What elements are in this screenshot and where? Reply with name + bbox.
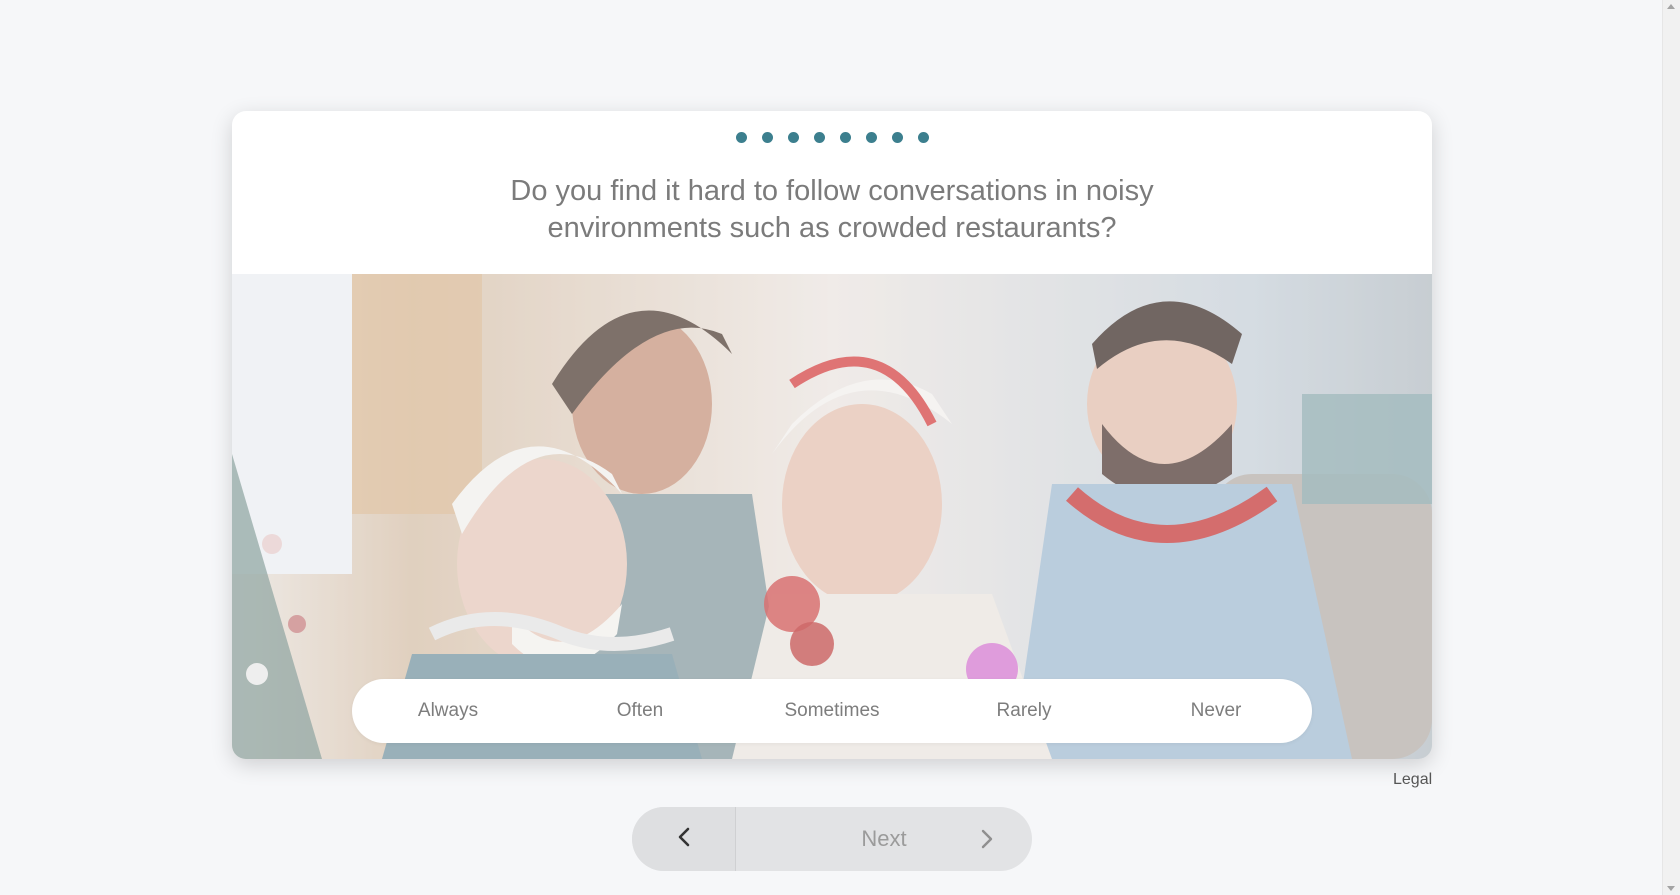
survey-page: Do you find it hard to follow conversati… (0, 0, 1680, 895)
question-text: Do you find it hard to follow conversati… (510, 175, 1154, 244)
scroll-up-icon[interactable] (1667, 4, 1675, 9)
next-label: Next (861, 826, 907, 851)
progress-dot (735, 132, 747, 143)
progress-dot (761, 132, 773, 143)
answer-never[interactable]: Never (1120, 700, 1312, 722)
scroll-down-icon[interactable] (1667, 886, 1675, 891)
back-button[interactable] (632, 807, 736, 871)
legal-link[interactable]: Legal (1393, 771, 1432, 789)
progress-dot (917, 132, 929, 143)
vertical-scrollbar[interactable] (1662, 0, 1680, 895)
chevron-left-icon (677, 827, 691, 852)
answer-sometimes[interactable]: Sometimes (736, 700, 928, 722)
progress-dot (865, 132, 877, 143)
answer-always[interactable]: Always (352, 700, 544, 722)
answer-often[interactable]: Often (544, 700, 736, 722)
chevron-right-icon (980, 829, 994, 854)
next-button[interactable]: Next (736, 807, 1032, 871)
progress-dot (839, 132, 851, 143)
progress-dot (891, 132, 903, 143)
answer-options: Always Often Sometimes Rarely Never (352, 679, 1312, 743)
progress-dot (787, 132, 799, 143)
progress-dots (232, 132, 1432, 143)
navigation-bar: Next (632, 807, 1032, 871)
question-card: Do you find it hard to follow conversati… (232, 111, 1432, 759)
answer-rarely[interactable]: Rarely (928, 700, 1120, 722)
progress-dot (813, 132, 825, 143)
